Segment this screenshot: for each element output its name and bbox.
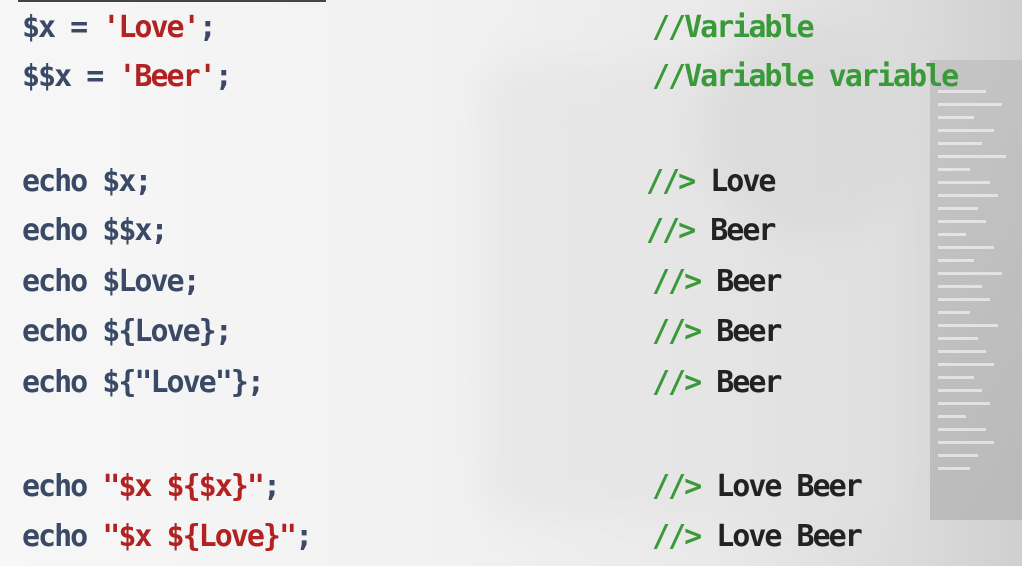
code-token: echo (22, 519, 103, 554)
string-token: 'Love' (102, 10, 200, 45)
output-token: Beer (694, 213, 776, 248)
code-line-comment: //> Love (646, 162, 777, 202)
code-token: ; (214, 59, 233, 94)
code-line-left: echo ${Love}; (22, 312, 233, 352)
code-line-left: echo ${"Love"}; (22, 363, 265, 403)
string-token: "$x ${Love}" (102, 519, 297, 554)
code-line-left: $x = 'Love'; (22, 8, 217, 48)
code-line-comment: //> Beer (646, 211, 777, 251)
code-token: ; (295, 519, 313, 554)
code-line-left: echo $$x; (22, 211, 169, 251)
output-token: Love (694, 164, 776, 199)
comment-token: //Variable variable (652, 59, 959, 94)
code-line-left: $$x = 'Beer'; (22, 57, 233, 97)
code-snippet: $x = 'Love'; //Variable $$x = 'Beer'; //… (0, 0, 1022, 566)
code-token: echo $Love; (22, 264, 201, 299)
code-token: ; (262, 469, 281, 504)
code-line-left: echo $Love; (22, 262, 201, 302)
code-token: echo $$x; (22, 213, 169, 248)
code-line-comment: //> Love Beer (652, 467, 863, 507)
code-line-left: echo "$x ${Love}"; (22, 517, 313, 557)
comment-token: //Variable (652, 10, 815, 45)
code-token: $x = (22, 10, 103, 45)
code-line-comment: //Variable variable (652, 57, 959, 97)
code-token: $$x = (22, 59, 119, 94)
code-line-left: echo "$x ${$x}"; (22, 467, 281, 507)
output-token: Beer (700, 264, 782, 299)
string-token: "$x ${$x}" (102, 469, 265, 504)
comment-token: //> (646, 164, 696, 199)
code-line-comment: //> Love Beer (652, 517, 863, 557)
code-token: echo ${"Love"}; (22, 365, 265, 400)
code-token: echo $x; (22, 164, 152, 199)
string-token: 'Beer' (118, 59, 216, 94)
comment-token: //> (652, 314, 702, 349)
output-token: Love Beer (700, 519, 863, 554)
output-token: Love Beer (700, 469, 863, 504)
code-token: echo (22, 469, 103, 504)
output-token: Beer (700, 365, 782, 400)
code-line-comment: //> Beer (652, 363, 783, 403)
code-line-left: echo $x; (22, 162, 152, 202)
comment-token: //> (646, 213, 696, 248)
comment-token: //> (652, 365, 702, 400)
comment-token: //> (652, 264, 702, 299)
comment-token: //> (652, 469, 702, 504)
output-token: Beer (700, 314, 782, 349)
code-line-comment: //> Beer (652, 262, 783, 302)
comment-token: //> (652, 519, 702, 554)
code-token: echo ${Love}; (22, 314, 233, 349)
code-token: ; (198, 10, 217, 45)
code-line-comment: //> Beer (652, 312, 783, 352)
code-line-comment: //Variable (652, 8, 815, 48)
